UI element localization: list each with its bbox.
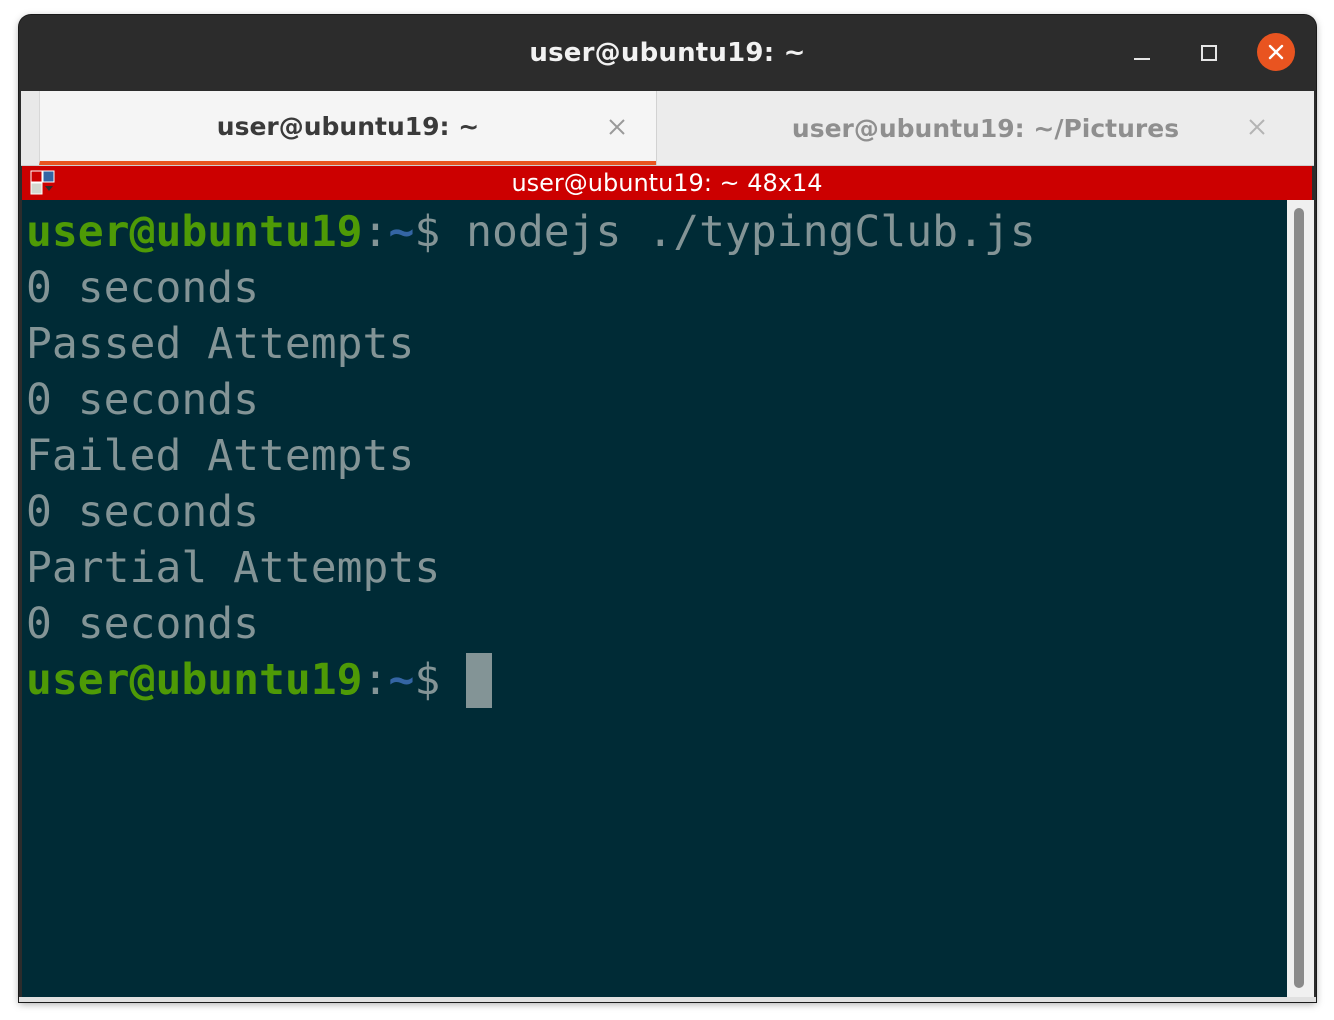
prompt-user: user@ubuntu19 (26, 655, 363, 705)
output-line: Passed Attempts (26, 319, 415, 369)
command-text: nodejs ./typingClub.js (440, 207, 1036, 257)
prompt-path: ~ (388, 655, 415, 705)
tab-home[interactable]: user@ubuntu19: ~ (39, 91, 656, 165)
close-icon (1268, 44, 1284, 60)
status-text: user@ubuntu19: ~ 48x14 (511, 169, 823, 197)
command-line: user@ubuntu19:~$ nodejs ./typingClub.js (26, 204, 1036, 260)
prompt-colon: : (362, 655, 389, 705)
maximize-button[interactable] (1189, 33, 1229, 73)
prompt-user: user@ubuntu19 (26, 207, 363, 257)
prompt-dollar: $ (414, 207, 441, 257)
terminal-content[interactable]: user@ubuntu19:~$ nodejs ./typingClub.js … (22, 200, 1287, 997)
terminal-status-bar: user@ubuntu19: ~ 48x14 (22, 166, 1312, 200)
tab-pictures[interactable]: user@ubuntu19: ~/Pictures (656, 91, 1314, 165)
output-line: 0 seconds (26, 487, 259, 537)
window-title: user@ubuntu19: ~ (529, 38, 806, 68)
tab-bar: user@ubuntu19: ~ user@ubuntu19: ~/Pictur… (21, 91, 1314, 166)
title-bar[interactable]: user@ubuntu19: ~ (19, 15, 1316, 91)
output-line: Partial Attempts (26, 543, 441, 593)
output-line: 0 seconds (26, 263, 259, 313)
terminal-window-icon[interactable] (30, 170, 56, 196)
close-button[interactable] (1257, 33, 1295, 71)
tab-close-icon[interactable] (1246, 116, 1268, 138)
tab-close-icon[interactable] (606, 116, 628, 138)
window-bottom-border (19, 997, 1316, 1002)
output-line: 0 seconds (26, 375, 259, 425)
scrollbar[interactable] (1287, 200, 1314, 997)
output-line: 0 seconds (26, 599, 259, 649)
scrollbar-thumb[interactable] (1294, 208, 1304, 988)
prompt-path: ~ (388, 207, 415, 257)
tab-label: user@ubuntu19: ~/Pictures (791, 113, 1180, 143)
prompt-line: user@ubuntu19:~$ (26, 652, 493, 708)
minimize-button[interactable] (1121, 33, 1161, 73)
terminal-window: user@ubuntu19: ~ user@ubuntu19: ~ user@u… (19, 15, 1316, 1002)
tab-label: user@ubuntu19: ~ (216, 111, 480, 141)
output-line: Failed Attempts (26, 431, 415, 481)
prompt-colon: : (362, 207, 389, 257)
prompt-dollar: $ (414, 655, 441, 705)
text-cursor (466, 653, 493, 708)
